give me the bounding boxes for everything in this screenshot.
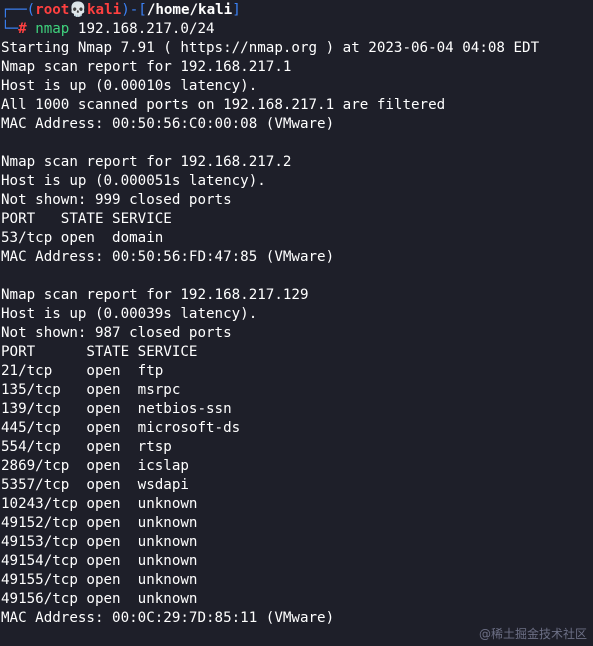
command-name: nmap [35, 21, 70, 37]
output-line: PORT STATE SERVICE [1, 344, 198, 360]
output-line: Host is up (0.000051s latency). [1, 173, 266, 189]
output-line: All 1000 scanned ports on 192.168.217.1 … [1, 97, 446, 113]
prompt-path: /home/kali [146, 2, 233, 18]
output-line: 554/tcp open rtsp [1, 439, 172, 455]
output-line: 5357/tcp open wsdapi [1, 477, 189, 493]
output-line: Not shown: 999 closed ports [1, 192, 232, 208]
prompt-hash: # [18, 21, 27, 37]
output-line: 49153/tcp open unknown [1, 534, 198, 550]
output-line: 49154/tcp open unknown [1, 553, 198, 569]
output-line: Nmap scan report for 192.168.217.2 [1, 154, 292, 170]
output-line: 139/tcp open netbios-ssn [1, 401, 232, 417]
output-line: MAC Address: 00:50:56:C0:00:08 (VMware) [1, 116, 335, 132]
output-line: 49155/tcp open unknown [1, 572, 198, 588]
output-line: Not shown: 987 closed ports [1, 325, 232, 341]
prompt-line-2: └─# nmap 192.168.217.0/24 [1, 20, 591, 39]
output-line: 21/tcp open ftp [1, 363, 164, 379]
prompt-host: kali [87, 2, 122, 18]
prompt-user: root [35, 2, 70, 18]
output-line: Nmap scan report for 192.168.217.1 [1, 59, 292, 75]
output-line: Nmap scan report for 192.168.217.129 [1, 287, 309, 303]
output-line: 2869/tcp open icslap [1, 458, 189, 474]
command-argument: 192.168.217.0/24 [69, 21, 215, 37]
output-line: 135/tcp open msrpc [1, 382, 181, 398]
output-line: Host is up (0.00039s latency). [1, 306, 258, 322]
output-line: 53/tcp open domain [1, 230, 164, 246]
output-line: Starting Nmap 7.91 ( https://nmap.org ) … [1, 40, 540, 56]
watermark: @稀土掘金技术社区 [478, 627, 587, 641]
output-line: 49156/tcp open unknown [1, 591, 198, 607]
output-line: 49152/tcp open unknown [1, 515, 198, 531]
prompt-frame-close: ] [232, 2, 241, 18]
prompt-frame-mid: )-[ [121, 2, 147, 18]
prompt-frame-top: ┌──( [1, 2, 36, 18]
output-line: Host is up (0.00010s latency). [1, 78, 258, 94]
output-line: 10243/tcp open unknown [1, 496, 198, 512]
prompt-frame-bottom: └─ [1, 21, 19, 37]
terminal-output[interactable]: ┌──(root💀kali)-[/home/kali] └─# nmap 192… [1, 1, 591, 628]
output-line: 445/tcp open microsoft-ds [1, 420, 241, 436]
prompt-line-1: ┌──(root💀kali)-[/home/kali] [1, 1, 591, 20]
output-lines: Starting Nmap 7.91 ( https://nmap.org ) … [1, 39, 591, 628]
skull-icon: 💀 [69, 2, 88, 18]
output-line: PORT STATE SERVICE [1, 211, 172, 227]
output-line: MAC Address: 00:50:56:FD:47:85 (VMware) [1, 249, 335, 265]
